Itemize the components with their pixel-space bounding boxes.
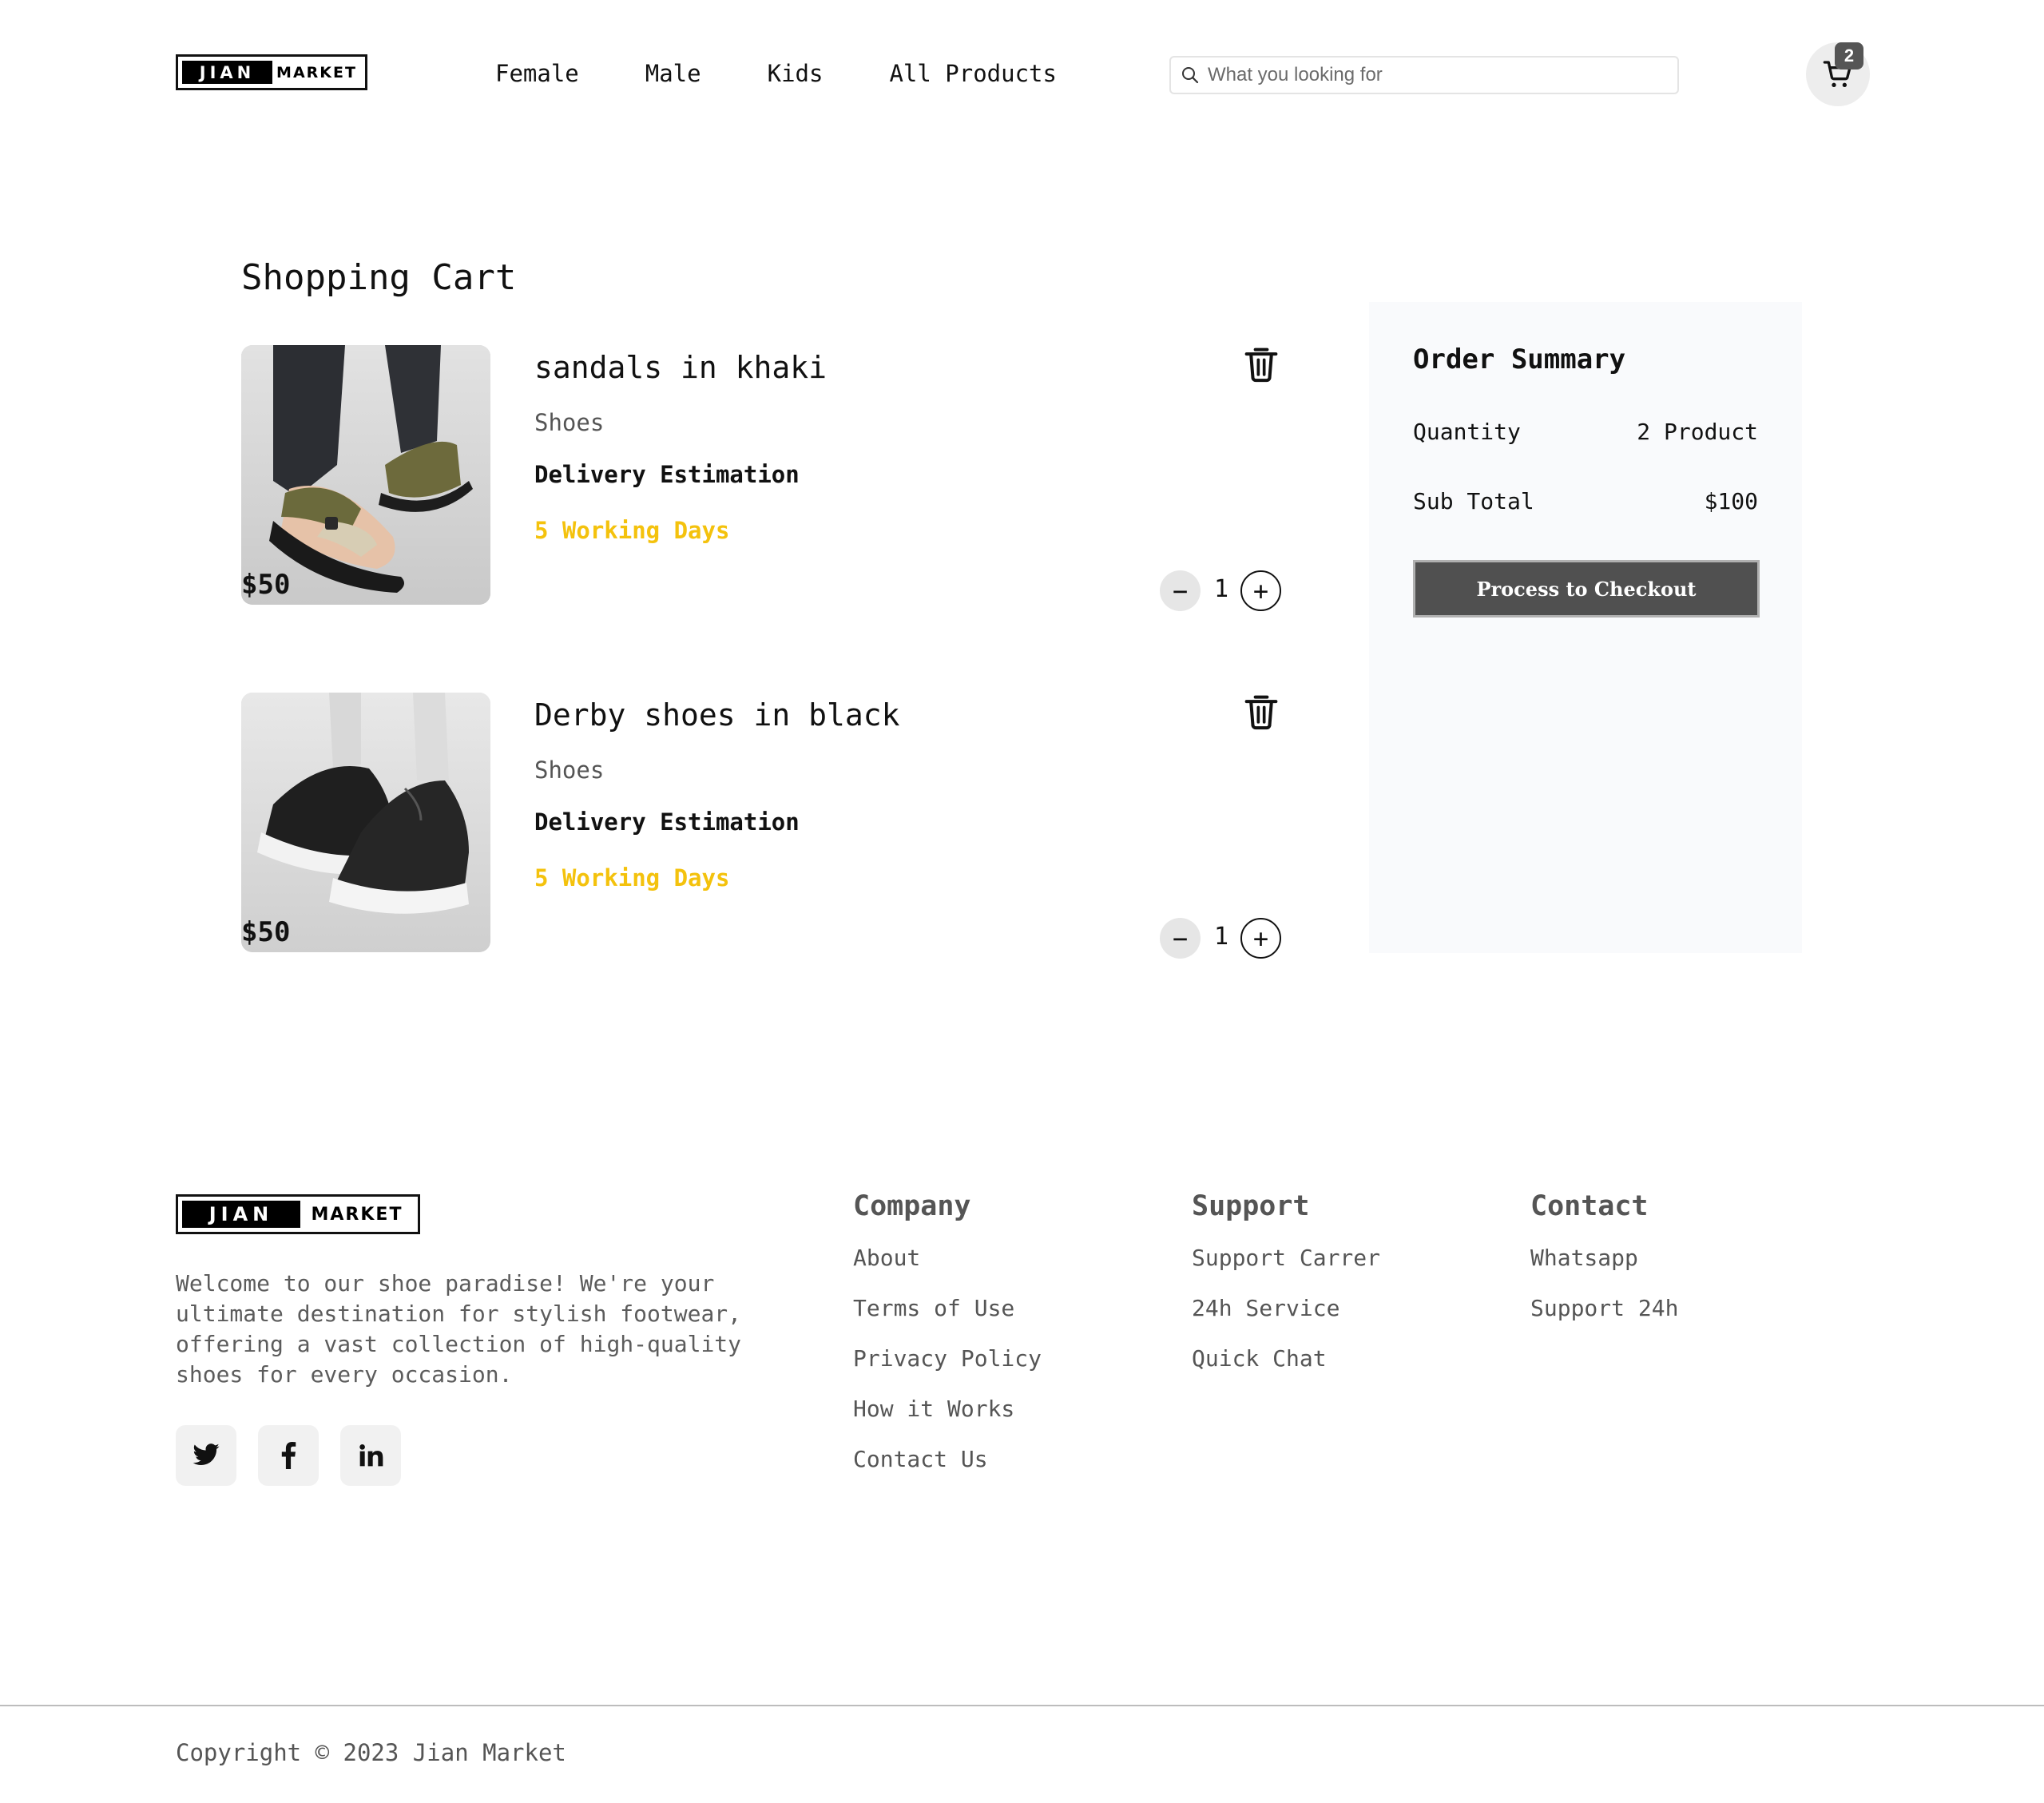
decrease-quantity-button[interactable]: − <box>1160 570 1201 611</box>
logo-text-jian: JIAN <box>182 1201 300 1228</box>
facebook-button[interactable] <box>258 1425 319 1486</box>
product-category: Shoes <box>534 757 605 784</box>
product-name[interactable]: Derby shoes in black <box>534 697 900 733</box>
footer-link-terms[interactable]: Terms of Use <box>853 1294 1042 1323</box>
nav-kids[interactable]: Kids <box>768 58 824 89</box>
footer-logo[interactable]: JIAN MARKET <box>176 1194 420 1234</box>
summary-subtotal-label: Sub Total <box>1413 488 1534 514</box>
logo-text-market: MARKET <box>272 61 361 84</box>
trash-icon <box>1244 695 1278 730</box>
footer-divider <box>0 1705 2044 1706</box>
footer-link-how-it-works[interactable]: How it Works <box>853 1395 1042 1424</box>
delete-item-button[interactable] <box>1244 693 1279 731</box>
cart-item: sandals in khaki Shoes Delivery Estimati… <box>241 345 1288 611</box>
twitter-icon <box>192 1444 220 1465</box>
footer-link-support-carrer[interactable]: Support Carrer <box>1192 1244 1380 1273</box>
footer-link-24h-service[interactable]: 24h Service <box>1192 1294 1380 1323</box>
logo-text-market: MARKET <box>300 1201 414 1228</box>
order-summary-panel: Order Summary Quantity 2 Product Sub Tot… <box>1369 302 1802 953</box>
footer-link-contact-us[interactable]: Contact Us <box>853 1445 1042 1474</box>
facebook-icon <box>281 1442 296 1469</box>
footer-column-support: Support Support Carrer 24h Service Quick… <box>1192 1190 1380 1395</box>
search-input[interactable] <box>1208 64 1655 86</box>
delivery-label: Delivery Estimation <box>534 461 800 488</box>
quantity-value: 1 <box>1214 575 1229 603</box>
footer-heading: Contact <box>1530 1190 1649 1222</box>
product-name[interactable]: sandals in khaki <box>534 350 827 385</box>
product-price: $50 <box>241 569 291 601</box>
footer-link-privacy[interactable]: Privacy Policy <box>853 1344 1042 1373</box>
linkedin-button[interactable] <box>340 1425 401 1486</box>
search-bar <box>1169 56 1679 94</box>
footer-column-company: Company About Terms of Use Privacy Polic… <box>853 1190 1042 1495</box>
nav-female[interactable]: Female <box>495 58 579 89</box>
page-title: Shopping Cart <box>241 257 517 298</box>
increase-quantity-button[interactable]: + <box>1240 570 1281 611</box>
main-nav: Female Male Kids All Products <box>495 58 1123 89</box>
summary-quantity-value: 2 Product <box>1637 419 1758 445</box>
delete-item-button[interactable] <box>1244 345 1279 383</box>
footer-link-about[interactable]: About <box>853 1244 1042 1273</box>
linkedin-icon <box>359 1444 383 1467</box>
footer-heading: Support <box>1192 1190 1310 1222</box>
nav-all-products[interactable]: All Products <box>889 58 1057 89</box>
quantity-value: 1 <box>1214 923 1229 951</box>
trash-icon <box>1244 347 1278 383</box>
footer-heading: Company <box>853 1190 971 1222</box>
footer-link-quick-chat[interactable]: Quick Chat <box>1192 1344 1380 1373</box>
site-logo[interactable]: JIAN MARKET <box>176 54 367 90</box>
footer-link-whatsapp[interactable]: Whatsapp <box>1530 1244 1678 1273</box>
product-image-sandals[interactable] <box>241 345 490 605</box>
footer-column-contact: Contact Whatsapp Support 24h <box>1530 1190 1678 1344</box>
footer-link-support-24h[interactable]: Support 24h <box>1530 1294 1678 1323</box>
checkout-button[interactable]: Process to Checkout <box>1413 560 1760 618</box>
summary-quantity-row: Quantity 2 Product <box>1413 419 1758 445</box>
delivery-days: 5 Working Days <box>534 864 730 892</box>
twitter-button[interactable] <box>176 1425 236 1486</box>
increase-quantity-button[interactable]: + <box>1240 918 1281 959</box>
logo-text-jian: JIAN <box>182 61 272 84</box>
copyright-text: Copyright © 2023 Jian Market <box>176 1739 566 1766</box>
summary-subtotal-row: Sub Total $100 <box>1413 488 1758 514</box>
cart-item: Derby shoes in black Shoes Delivery Esti… <box>241 693 1288 959</box>
delivery-days: 5 Working Days <box>534 517 730 544</box>
search-icon <box>1182 67 1199 84</box>
footer-about-text: Welcome to our shoe paradise! We're your… <box>176 1270 742 1388</box>
summary-subtotal-value: $100 <box>1704 488 1758 514</box>
delivery-label: Delivery Estimation <box>534 808 800 836</box>
order-summary-title: Order Summary <box>1413 344 1626 375</box>
product-category: Shoes <box>534 409 605 436</box>
nav-male[interactable]: Male <box>645 58 701 89</box>
cart-count-badge: 2 <box>1835 42 1863 69</box>
summary-quantity-label: Quantity <box>1413 419 1521 445</box>
decrease-quantity-button[interactable]: − <box>1160 918 1201 959</box>
product-image-derby-shoes[interactable] <box>241 693 490 952</box>
product-price: $50 <box>241 916 291 948</box>
